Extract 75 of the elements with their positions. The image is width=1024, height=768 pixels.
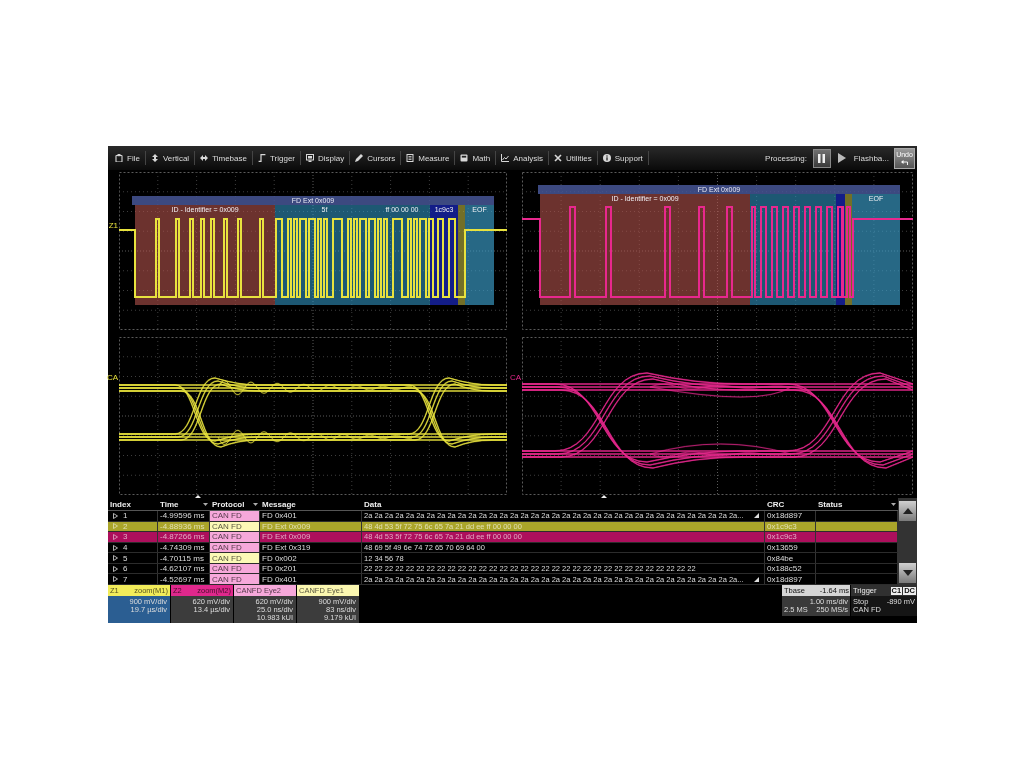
row-index: 7 xyxy=(123,574,128,584)
table-cell: FD Ext 0x009 xyxy=(260,532,362,542)
table-cell: FD 0x002 xyxy=(260,553,362,563)
menu-item[interactable]: Utilities xyxy=(548,149,597,167)
table-cell: FD 0x401 xyxy=(260,574,362,585)
down-triangle-icon xyxy=(902,570,913,576)
table-cell: 0x18d897 xyxy=(765,511,816,521)
triangle-marker-icon xyxy=(195,495,201,498)
scroll-up-button[interactable] xyxy=(899,501,916,521)
table-cell: CAN FD xyxy=(210,574,260,585)
menu-item[interactable]: Cursors xyxy=(350,149,401,167)
column-header[interactable]: Status xyxy=(818,499,843,509)
triangle-marker-icon xyxy=(601,495,607,498)
line-chart-icon xyxy=(501,154,510,162)
table-cell: 0x1c9c3 xyxy=(765,532,816,542)
table-cell: FD Ext 0x319 xyxy=(260,542,362,553)
table-cell: 0x13659 xyxy=(765,542,816,553)
table-cell: 0x1c9c3 xyxy=(765,521,816,532)
table-cell: CAN FD xyxy=(210,521,260,532)
row-index: 6 xyxy=(123,564,128,574)
row-index: 1 xyxy=(123,511,128,521)
crossed-tools-icon xyxy=(553,154,562,162)
scroll-down-button[interactable] xyxy=(899,563,916,583)
row-index: 5 xyxy=(123,553,128,563)
column-header[interactable]: Time xyxy=(160,499,179,509)
pause-icon xyxy=(818,153,826,163)
column-header[interactable]: Message xyxy=(262,499,296,509)
row-index: 4 xyxy=(123,543,128,552)
caret-icon[interactable] xyxy=(203,502,208,506)
rising-edge-icon xyxy=(257,154,266,162)
menu-item[interactable]: Timebase xyxy=(195,149,252,167)
menu-item[interactable]: Display xyxy=(301,149,350,167)
table-cell: CAN FD xyxy=(210,532,260,542)
up-down-arrow-icon xyxy=(150,154,159,162)
table-cell: 0x18d897 xyxy=(765,574,816,585)
scrollbar[interactable] xyxy=(898,498,917,585)
table-cell: FD 0x401 xyxy=(260,511,362,521)
curved-arrow-icon xyxy=(901,160,908,165)
column-header[interactable]: Data xyxy=(364,499,382,509)
row-index: 2 xyxy=(123,521,128,531)
info-icon xyxy=(602,154,611,162)
menu-item[interactable]: Math xyxy=(455,149,496,167)
table-cell: CAN FD xyxy=(210,563,260,574)
caret-icon[interactable] xyxy=(891,502,896,506)
table-cell: FD Ext 0x009 xyxy=(260,521,362,532)
table-cell: 0x188c52 xyxy=(765,563,816,574)
pause-button[interactable] xyxy=(812,148,831,168)
menu-item[interactable]: Support xyxy=(597,149,648,167)
trace-label: Z1 xyxy=(108,221,118,230)
calculator-icon xyxy=(460,154,469,162)
table-cell: CAN FD xyxy=(210,542,260,553)
clipboard-icon xyxy=(115,154,123,162)
column-header[interactable]: Protocol xyxy=(212,499,245,509)
menu-item[interactable]: Analysis xyxy=(496,149,548,167)
monitor-icon xyxy=(306,154,314,162)
up-triangle-icon xyxy=(902,508,913,514)
column-header[interactable]: Index xyxy=(110,499,131,509)
menu-item[interactable]: Trigger xyxy=(252,149,300,167)
document-icon xyxy=(406,154,415,162)
table-cell: CAN FD xyxy=(210,553,260,563)
caret-icon[interactable] xyxy=(253,502,258,506)
trace-label: CA xyxy=(509,373,521,382)
menu-item[interactable]: Measure xyxy=(401,149,455,167)
play-icon xyxy=(837,153,846,163)
table-cell: 0x84be xyxy=(765,553,816,563)
menu-item[interactable]: Vertical xyxy=(145,149,195,167)
table-cell: CAN FD xyxy=(210,511,260,521)
row-index: 3 xyxy=(123,532,128,542)
pen-icon xyxy=(355,154,364,162)
left-right-arrow-icon xyxy=(200,154,209,162)
menu-item[interactable]: File xyxy=(110,149,145,167)
processing-label: Processing: xyxy=(765,153,807,163)
column-header[interactable]: CRC xyxy=(767,499,785,509)
flashback-button[interactable]: Flashba... xyxy=(852,153,890,163)
table-cell: FD 0x201 xyxy=(260,563,362,574)
